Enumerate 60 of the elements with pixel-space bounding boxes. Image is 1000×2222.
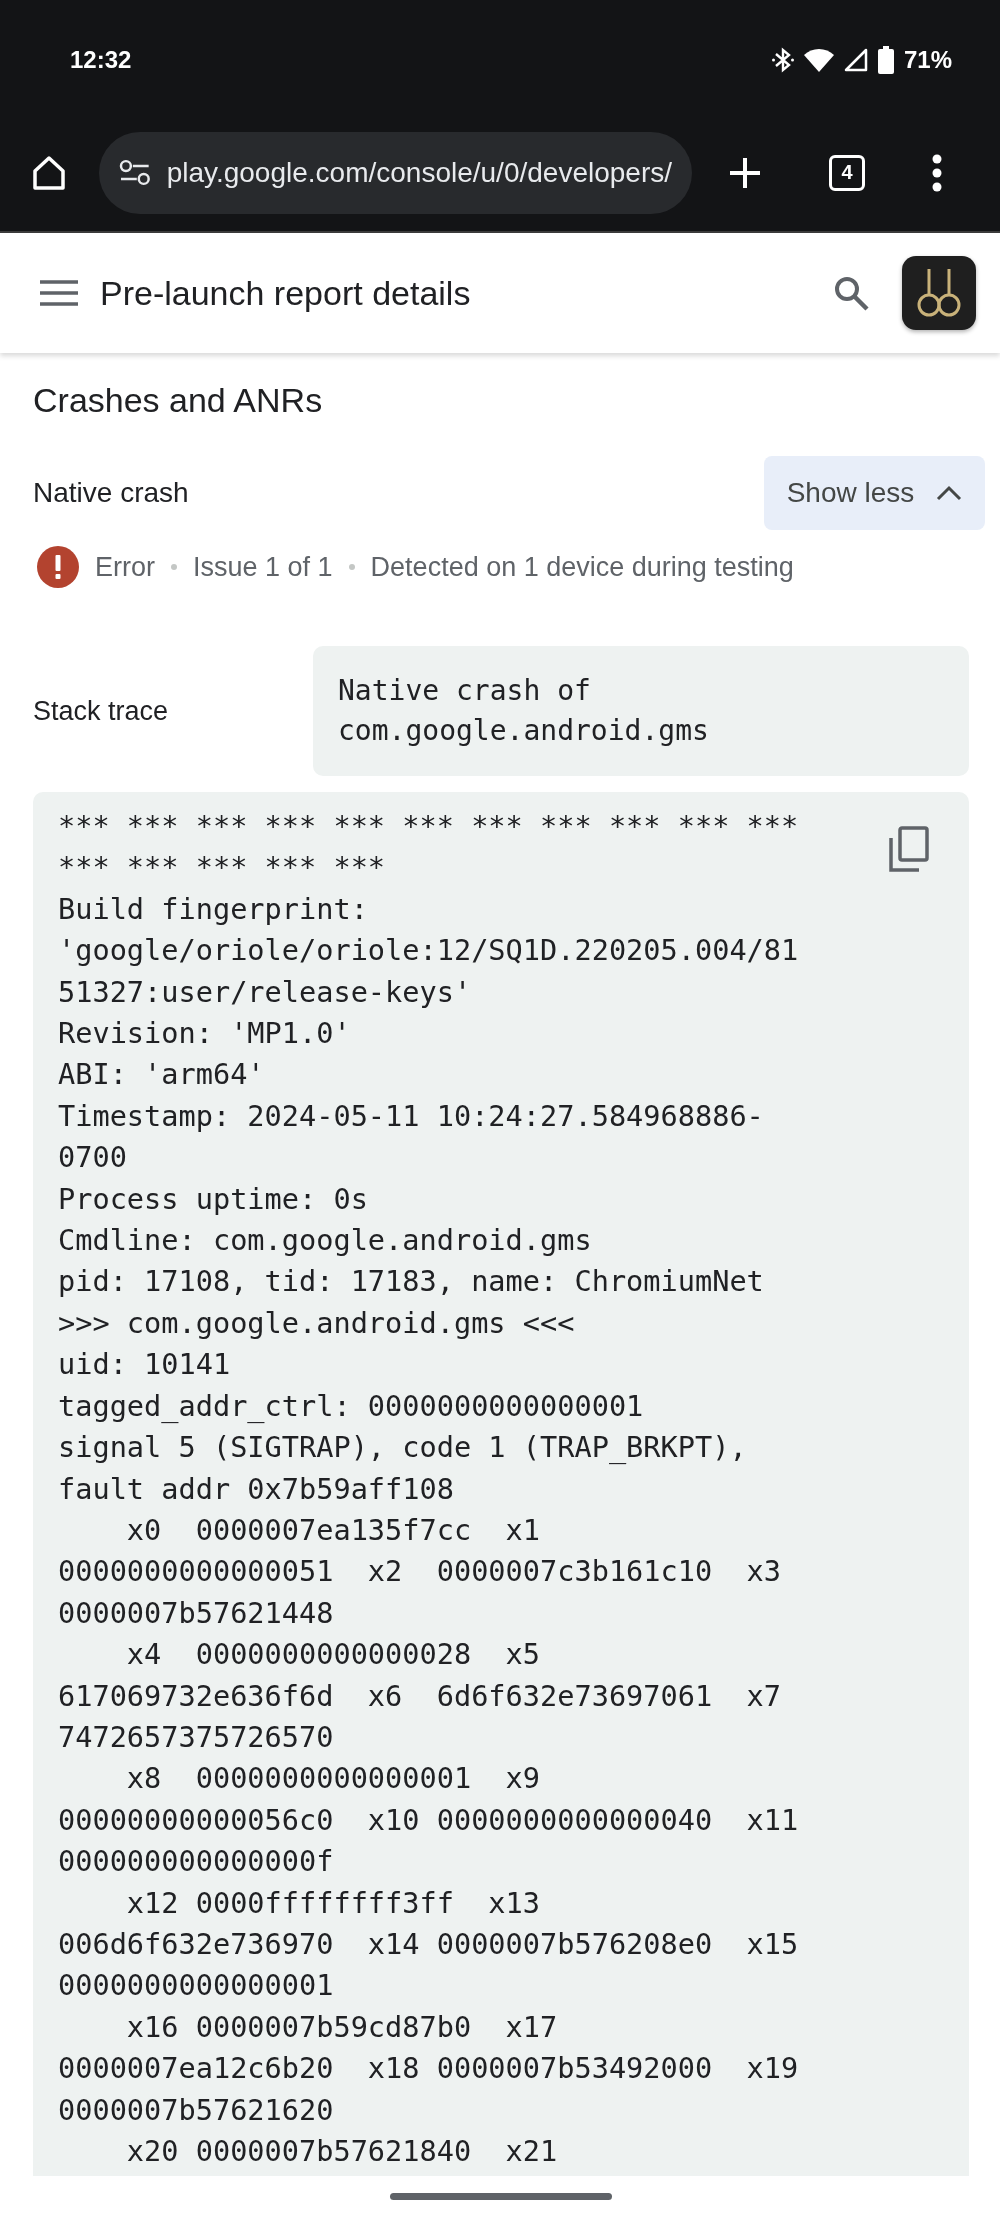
code-line: 0000000000000001 [58,1967,334,2005]
code-line: 000000000000000f [58,1843,334,1881]
code-line: Process uptime: 0s [58,1180,368,1218]
code-line: 0000000000000051 x2 0000007c3b161c10 x3 [58,1553,782,1591]
separator-dot [171,564,177,570]
battery-icon [877,46,894,74]
bluetooth-icon [771,47,794,73]
page-title: Pre-launch report details [100,273,472,313]
wifi-icon [803,48,834,72]
code-line: Timestamp: 2024-05-11 10:24:27.584968886- [58,1097,764,1135]
issue-meta-text: Error [95,551,155,583]
code-line: x16 0000007b59cd87b0 x17 [125,2008,558,2046]
code-line: Build fingerprint: [58,890,368,928]
code-line: Cmdline: com.google.android.gms [58,1222,592,1260]
caret-icon [936,485,963,501]
app-icon[interactable] [902,256,976,330]
code-line: 006d6f632e736970 x14 0000007b576208e0 x15 [58,1925,799,1963]
site-settings-icon[interactable] [119,158,151,187]
code-line: fault addr 0x7b59aff108 [58,1470,454,1508]
code-line: x0 0000007ea135f7cc x1 [125,1511,541,1549]
code-line: pid: 17108, tid: 17183, name: ChromiumNet [58,1263,764,1301]
code-line: x4 0000000000000028 x5 [125,1636,541,1674]
issue-meta-text: Detected on 1 device during testing [370,551,794,583]
code-line: 0000007b57621620 [58,2091,334,2129]
search-icon[interactable] [833,275,869,311]
code-line: 0000007b57621448 [58,1594,334,1632]
code-line: 0700 [58,1139,127,1177]
code-line: signal 5 (SIGTRAP), code 1 (TRAP_BRKPT), [58,1429,747,1467]
code-line: ABI: 'arm64' [58,1056,265,1094]
more-menu-icon[interactable] [931,152,943,193]
crash-summary: Native crash of com.google.android.gms [313,646,969,776]
stack-trace-label: Stack trace [33,695,170,727]
code-line: x8 0000000000000001 x9 [125,1760,541,1798]
code-line: x20 0000007b57621840 x21 [125,2133,558,2170]
signal-icon [843,48,868,72]
code-line: 617069732e636f6d x6 6d6f632e73697061 x7 [58,1677,782,1715]
code-line: 'google/oriole/oriole:12/SQ1D.220205.004/81 [58,932,799,970]
code-line: 0000007ea12c6b20 x18 0000007b53492000 x19 [58,2050,799,2088]
code-line: 51327:user/release-keys' [58,973,472,1011]
copy-icon[interactable] [889,826,929,874]
section-title: Crashes and ANRs [33,381,324,420]
tab-switcher-button[interactable]: 4 [829,154,865,191]
issue-title: Native crash [33,477,189,509]
issue-meta-text: Issue 1 of 1 [193,551,333,583]
address-bar[interactable]: play.google.com/console/u/0/developers/ [99,131,692,214]
code-line: uid: 10141 [58,1346,231,1384]
code-line: Revision: 'MP1.0' [58,1015,351,1053]
battery-percentage: 71% [903,46,952,74]
code-line: tagged_addr_ctrl: 0000000000000001 [58,1387,644,1425]
menu-icon[interactable] [40,280,78,306]
code-line: x12 0000ffffffff3ff x13 [125,1884,541,1922]
separator-dot [348,564,355,570]
code-line: 00000000000056c0 x10 0000000000000040 x11 [58,1801,799,1839]
code-line: >>> com.google.android.gms <<< [58,1304,575,1342]
status-time: 12:32 [70,46,132,74]
show-less-button[interactable]: Show less [764,456,985,530]
code-line: 7472657375726570 [58,1718,334,1756]
code-line: *** *** *** *** *** [58,849,386,887]
code-line: *** *** *** *** *** *** *** *** *** *** *** [58,808,799,845]
error-icon [37,546,79,588]
